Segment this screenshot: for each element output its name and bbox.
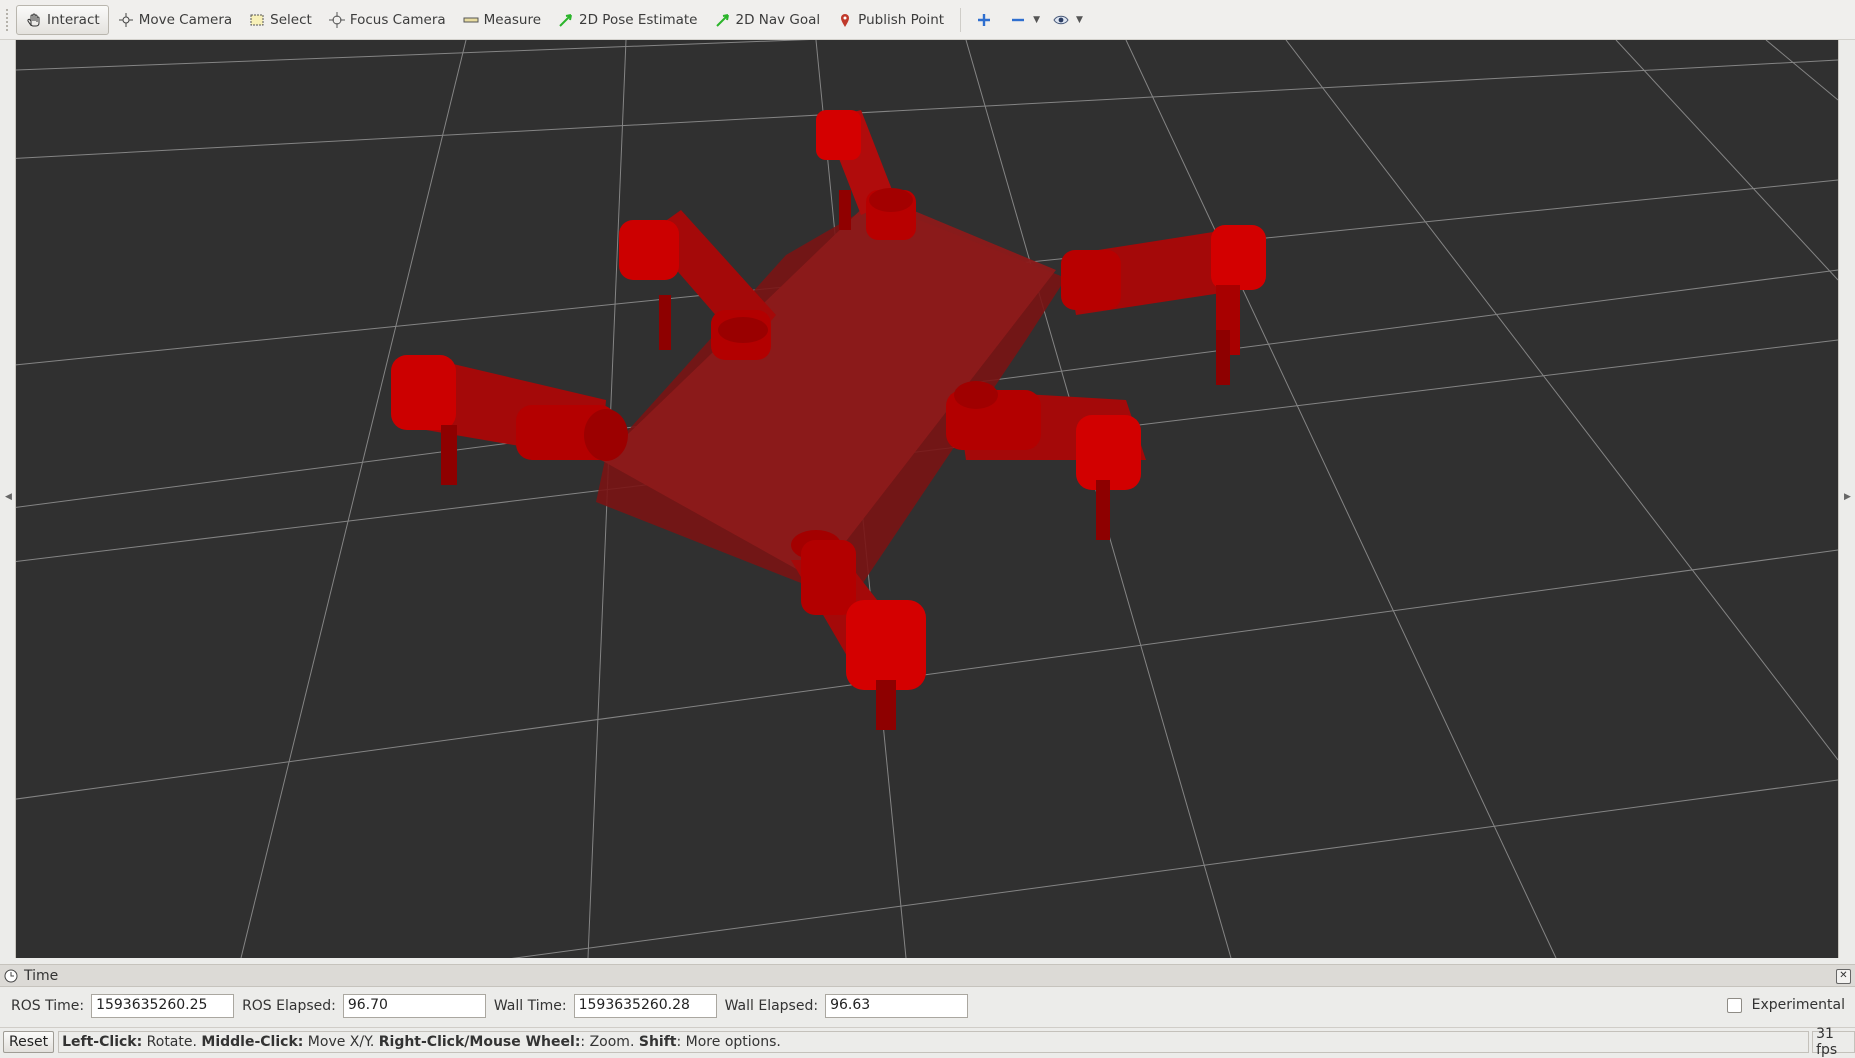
hint-part: Shift [638, 1034, 677, 1050]
interact-tool-label: Interact [47, 11, 100, 28]
hand-pointer-icon [25, 11, 43, 29]
toolbar-grip[interactable] [6, 8, 12, 31]
hint-part: : Zoom. [580, 1034, 639, 1050]
time-panel-row: ROS Time: 1593635260.25 ROS Elapsed: 96.… [0, 987, 1855, 1025]
green-arrow-icon [714, 11, 732, 29]
remove-tool-icon [1009, 11, 1027, 29]
hexapod-robot-model [391, 110, 1266, 730]
select-tool-label: Select [270, 11, 312, 28]
3d-render-viewport[interactable] [16, 40, 1838, 958]
select-rect-icon [248, 11, 266, 29]
toolbar-separator [960, 7, 962, 32]
robot-leg [1061, 225, 1266, 385]
publish-point-tool-button[interactable]: Publish Point [828, 5, 952, 35]
right-dock-handle[interactable]: ▶ [1838, 40, 1855, 958]
wall-elapsed-label: Wall Elapsed: [724, 998, 819, 1014]
pose-estimate-tool-button[interactable]: 2D Pose Estimate [549, 5, 705, 35]
view-options-button[interactable]: ▼ [1046, 5, 1089, 35]
view-eye-icon [1052, 11, 1070, 29]
hint-part: Left-Click: [62, 1034, 143, 1050]
wall-time-label: Wall Time: [493, 998, 567, 1014]
clock-icon [4, 969, 18, 982]
move-camera-icon [117, 11, 135, 29]
ruler-icon [462, 11, 480, 29]
add-tool-button[interactable] [969, 5, 1003, 35]
ros-time-label: ROS Time: [11, 998, 85, 1014]
hint-part: Middle-Click: [201, 1034, 304, 1050]
publish-point-tool-label: Publish Point [858, 11, 945, 28]
fps-counter: 31 fps [1812, 1026, 1855, 1058]
green-arrow-icon [557, 11, 575, 29]
nav-goal-tool-button[interactable]: 2D Nav Goal [706, 5, 829, 35]
ros-elapsed-field[interactable]: 96.70 [342, 994, 486, 1018]
remove-tool-button[interactable]: ▼ [1003, 5, 1046, 35]
robot-leg [946, 381, 1146, 540]
chevron-right-icon: ▶ [1844, 492, 1851, 502]
pose-estimate-tool-label: 2D Pose Estimate [579, 11, 698, 28]
wall-elapsed-field[interactable]: 96.63 [825, 994, 969, 1018]
ros-time-field[interactable]: 1593635260.25 [91, 994, 235, 1018]
close-icon[interactable]: ✕ [1836, 969, 1851, 984]
ros-elapsed-label: ROS Elapsed: [242, 998, 336, 1014]
add-tool-icon [975, 11, 993, 29]
focus-camera-tool-button[interactable]: Focus Camera [320, 5, 454, 35]
focus-camera-tool-label: Focus Camera [349, 11, 446, 28]
move-camera-tool-label: Move Camera [138, 11, 233, 28]
robot-leg [619, 210, 776, 360]
measure-tool-label: Measure [483, 11, 542, 28]
chevron-down-icon: ▼ [1033, 14, 1041, 25]
chevron-down-icon: ▼ [1076, 14, 1083, 25]
chevron-left-icon: ◀ [5, 492, 12, 502]
robot-leg [816, 110, 916, 240]
experimental-checkbox[interactable] [1726, 997, 1742, 1013]
hint-part: Move X/Y. [303, 1034, 379, 1050]
time-panel-header: Time ✕ [0, 964, 1855, 987]
measure-tool-button[interactable]: Measure [454, 5, 549, 35]
select-tool-button[interactable]: Select [240, 5, 320, 35]
tools-toolbar: Interact Move Camera Select Focus Camera… [0, 0, 1855, 40]
status-bar: Reset Left-Click: Rotate. Middle-Click: … [0, 1026, 1855, 1058]
ground-grid [16, 40, 1838, 958]
robot-leg [391, 355, 628, 485]
time-panel-title: Time [24, 967, 59, 984]
map-pin-icon [836, 11, 854, 29]
hint-part: : More options. [676, 1034, 781, 1050]
move-camera-tool-button[interactable]: Move Camera [109, 5, 240, 35]
reset-button[interactable]: Reset [3, 1031, 55, 1053]
hint-part: Rotate. [142, 1034, 202, 1050]
scene-svg [16, 40, 1838, 958]
left-dock-handle[interactable]: ◀ [0, 40, 16, 958]
experimental-toggle[interactable]: Experimental [1726, 997, 1845, 1013]
focus-crosshair-icon [328, 11, 346, 29]
hint-part: Right-Click/Mouse Wheel: [378, 1034, 581, 1050]
wall-time-field[interactable]: 1593635260.28 [573, 994, 717, 1018]
mouse-hint-text: Left-Click: Rotate. Middle-Click: Move X… [58, 1031, 1810, 1053]
interact-tool-button[interactable]: Interact [16, 4, 109, 35]
experimental-label: Experimental [1751, 997, 1845, 1013]
nav-goal-tool-label: 2D Nav Goal [735, 11, 821, 28]
